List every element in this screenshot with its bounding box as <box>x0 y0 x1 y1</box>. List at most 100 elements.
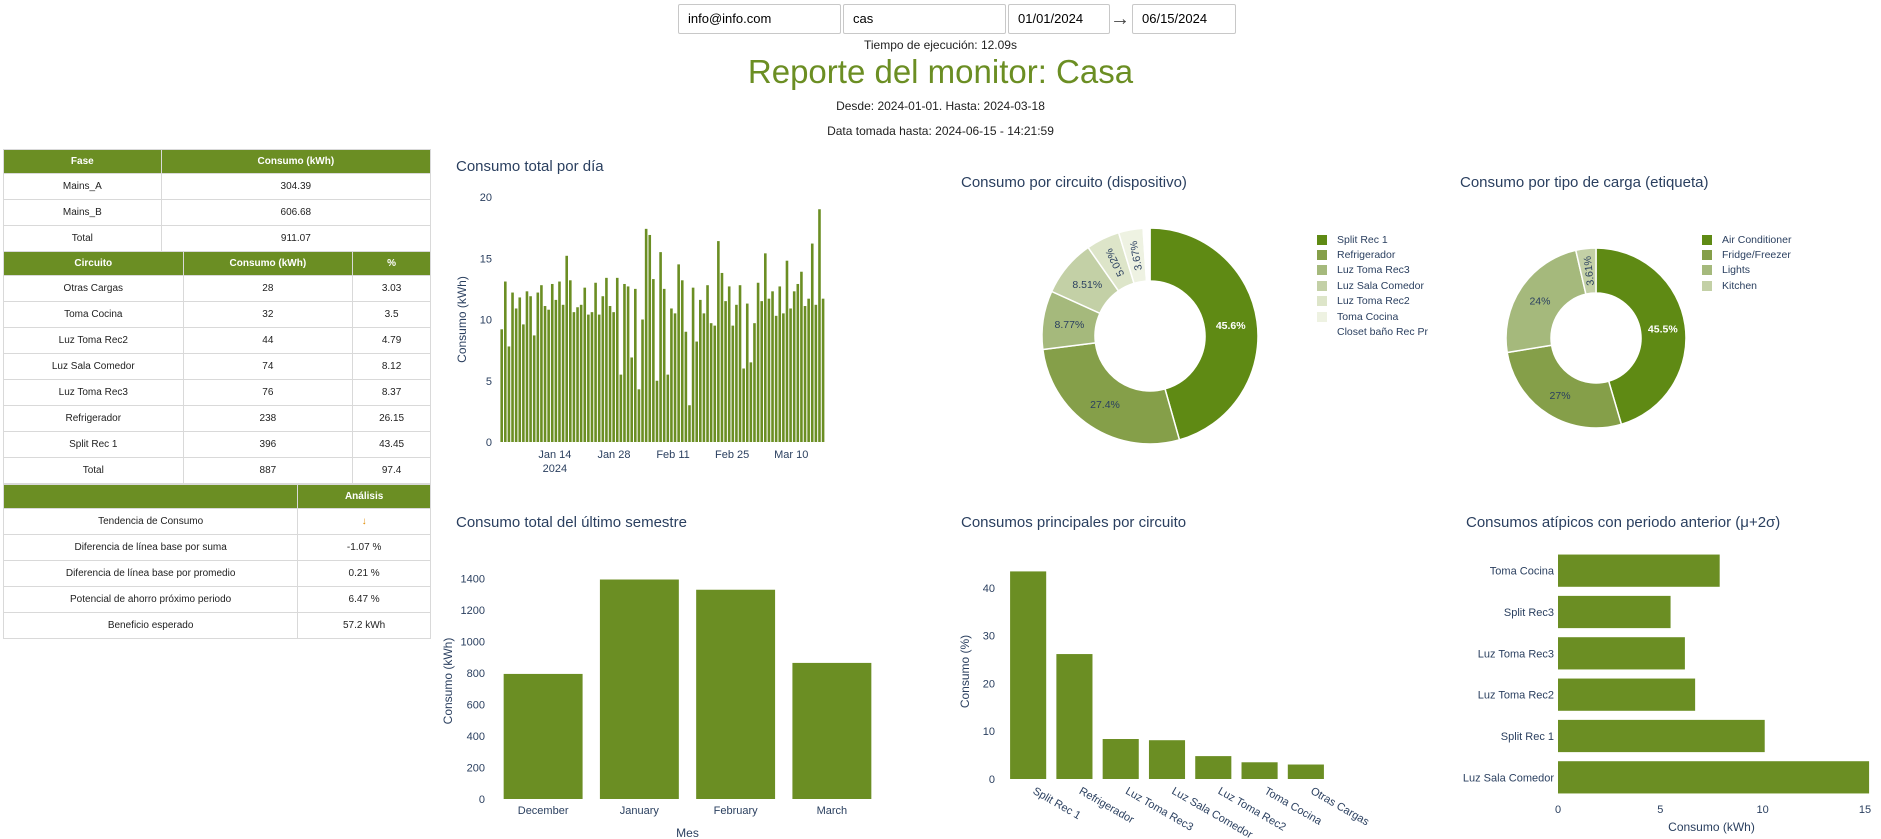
bar <box>796 283 800 442</box>
page-title: Reporte del monitor: Casa <box>747 53 1134 90</box>
bar <box>756 282 760 442</box>
monitor-input[interactable]: cas <box>843 4 1006 34</box>
legend-item[interactable]: Lights <box>1702 263 1791 278</box>
legend-label: Closet baño Rec Pr <box>1337 326 1429 339</box>
table-row: Total 911.07 <box>3 225 432 252</box>
bar <box>565 255 568 442</box>
fase-table: Fase Consumo (kWh) Mains_A 304.39 Mains_… <box>3 149 432 252</box>
table-row: Luz Toma Rec3 76 8.37 <box>3 379 431 406</box>
legend-label: Luz Sala Comedor <box>1337 279 1424 292</box>
bar <box>782 313 785 442</box>
date-range-text: Desde: 2024-01-01. Hasta: 2024-03-18 <box>836 99 1045 113</box>
load-legend: Air Conditioner Fridge/Freezer Lights Kitch… <box>1702 232 1791 294</box>
data-until-text: Data tomada hasta: 2024-06-15 - 14:21:59 <box>827 124 1054 138</box>
x-tick-year-label: 2024 <box>543 463 567 475</box>
table-cell: -1.07 % <box>297 534 431 561</box>
legend-item[interactable]: Air Conditioner <box>1702 232 1791 247</box>
y-tick-label: 40 <box>983 583 995 595</box>
bar <box>644 228 648 442</box>
bar <box>597 314 601 442</box>
exec-time: Tiempo de ejecución: 12.09s <box>864 38 1017 52</box>
slice-label: 45.5% <box>1648 323 1678 335</box>
legend-item[interactable]: Refrigerador <box>1317 247 1428 262</box>
y-tick-label: Luz Toma Rec3 <box>1478 648 1554 660</box>
bar <box>821 298 825 442</box>
y-tick-label: 1000 <box>461 637 485 649</box>
bar <box>709 323 713 442</box>
bar <box>503 673 583 799</box>
bar <box>1558 595 1671 629</box>
legend-swatch <box>1702 265 1712 276</box>
legend-label: Refrigerador <box>1337 249 1396 262</box>
legend-item[interactable]: Toma Cocina <box>1317 309 1428 324</box>
bar <box>655 380 659 442</box>
bar <box>547 309 550 442</box>
email-input[interactable]: info@info.com <box>678 4 841 34</box>
bar <box>735 304 738 442</box>
y-tick-label: 20 <box>480 192 492 204</box>
table-row: Mains_A 304.39 <box>3 173 432 200</box>
legend-item[interactable]: Closet baño Rec Pr <box>1317 324 1428 339</box>
x-tick-label: 15 <box>1859 804 1871 816</box>
start-date-input[interactable]: 01/01/2024 <box>1008 4 1110 34</box>
bar <box>785 260 789 442</box>
bar <box>543 306 547 442</box>
bar <box>540 285 543 442</box>
legend-item[interactable]: Kitchen <box>1702 278 1791 293</box>
bar <box>518 297 522 442</box>
bar <box>695 341 698 442</box>
legend-item[interactable]: Split Rec 1 <box>1317 232 1428 247</box>
chart-title-semester: Consumo total del último semestre <box>456 514 687 531</box>
x-tick-label: February <box>714 805 759 817</box>
bar <box>1558 761 1870 794</box>
legend-label: Luz Toma Rec2 <box>1337 295 1410 308</box>
bar <box>504 281 507 442</box>
table-row: Mains_B 606.68 <box>3 199 432 226</box>
x-tick-label: March <box>817 805 848 817</box>
x-tick-label: December <box>518 805 569 817</box>
table-header-row: Fase Consumo (kWh) <box>3 149 432 174</box>
y-tick-label: 20 <box>983 678 995 690</box>
table-cell: 0.21 % <box>297 560 431 587</box>
x-tick-label: Luz Sala Comedor <box>1170 785 1255 839</box>
bar <box>1102 739 1139 779</box>
date-range-arrow-icon: → <box>1110 8 1130 30</box>
x-axis-label: Mes <box>676 826 699 839</box>
legend-item[interactable]: Luz Toma Rec2 <box>1317 294 1428 309</box>
main-circuits-bar-chart: 010203040Consumo (%)Split Rec 1Refrigera… <box>958 571 1371 839</box>
bar <box>673 313 677 442</box>
table-row: Total 887 97.4 <box>3 457 431 484</box>
y-tick-label: 400 <box>467 731 485 743</box>
table-cell: 238 <box>182 405 354 432</box>
bar <box>1056 654 1093 779</box>
legend-swatch <box>1702 250 1712 261</box>
table-cell: Mains_B <box>3 199 162 226</box>
slice-label: 27% <box>1550 390 1571 402</box>
table-cell: 887 <box>182 457 354 484</box>
y-tick-label: 1400 <box>461 574 485 586</box>
bar <box>727 286 731 442</box>
bar <box>720 272 724 442</box>
legend-item[interactable]: Luz Toma Rec3 <box>1317 263 1428 278</box>
bar <box>587 314 590 442</box>
table-cell: 57.2 kWh <box>297 612 431 639</box>
end-date-input[interactable]: 06/15/2024 <box>1132 4 1236 34</box>
y-axis-label: Consumo (%) <box>958 635 972 708</box>
load-type-donut-chart: 45.5%27%24%3.61% <box>1505 247 1687 429</box>
y-tick-label: 15 <box>480 253 492 265</box>
bar <box>792 662 872 799</box>
y-tick-label: 10 <box>983 726 995 738</box>
bar <box>753 323 756 442</box>
bar <box>532 335 536 442</box>
legend-item[interactable]: Fridge/Freezer <box>1702 247 1791 262</box>
bar <box>814 304 818 442</box>
circuit-legend: Split Rec 1 Refrigerador Luz Toma Rec3 Luz … <box>1317 232 1428 340</box>
y-tick-label: 10 <box>480 315 492 327</box>
bar <box>688 405 691 442</box>
bar <box>612 312 615 442</box>
legend-item[interactable]: Luz Sala Comedor <box>1317 278 1428 293</box>
bar <box>745 303 749 442</box>
daily-consumption-chart: 0 5 10 15 20 Consumo (kWh) Jan 14 Jan 28 Feb 11 F… <box>455 192 825 475</box>
bar <box>522 324 525 442</box>
table-cell: 3.03 <box>352 275 431 302</box>
